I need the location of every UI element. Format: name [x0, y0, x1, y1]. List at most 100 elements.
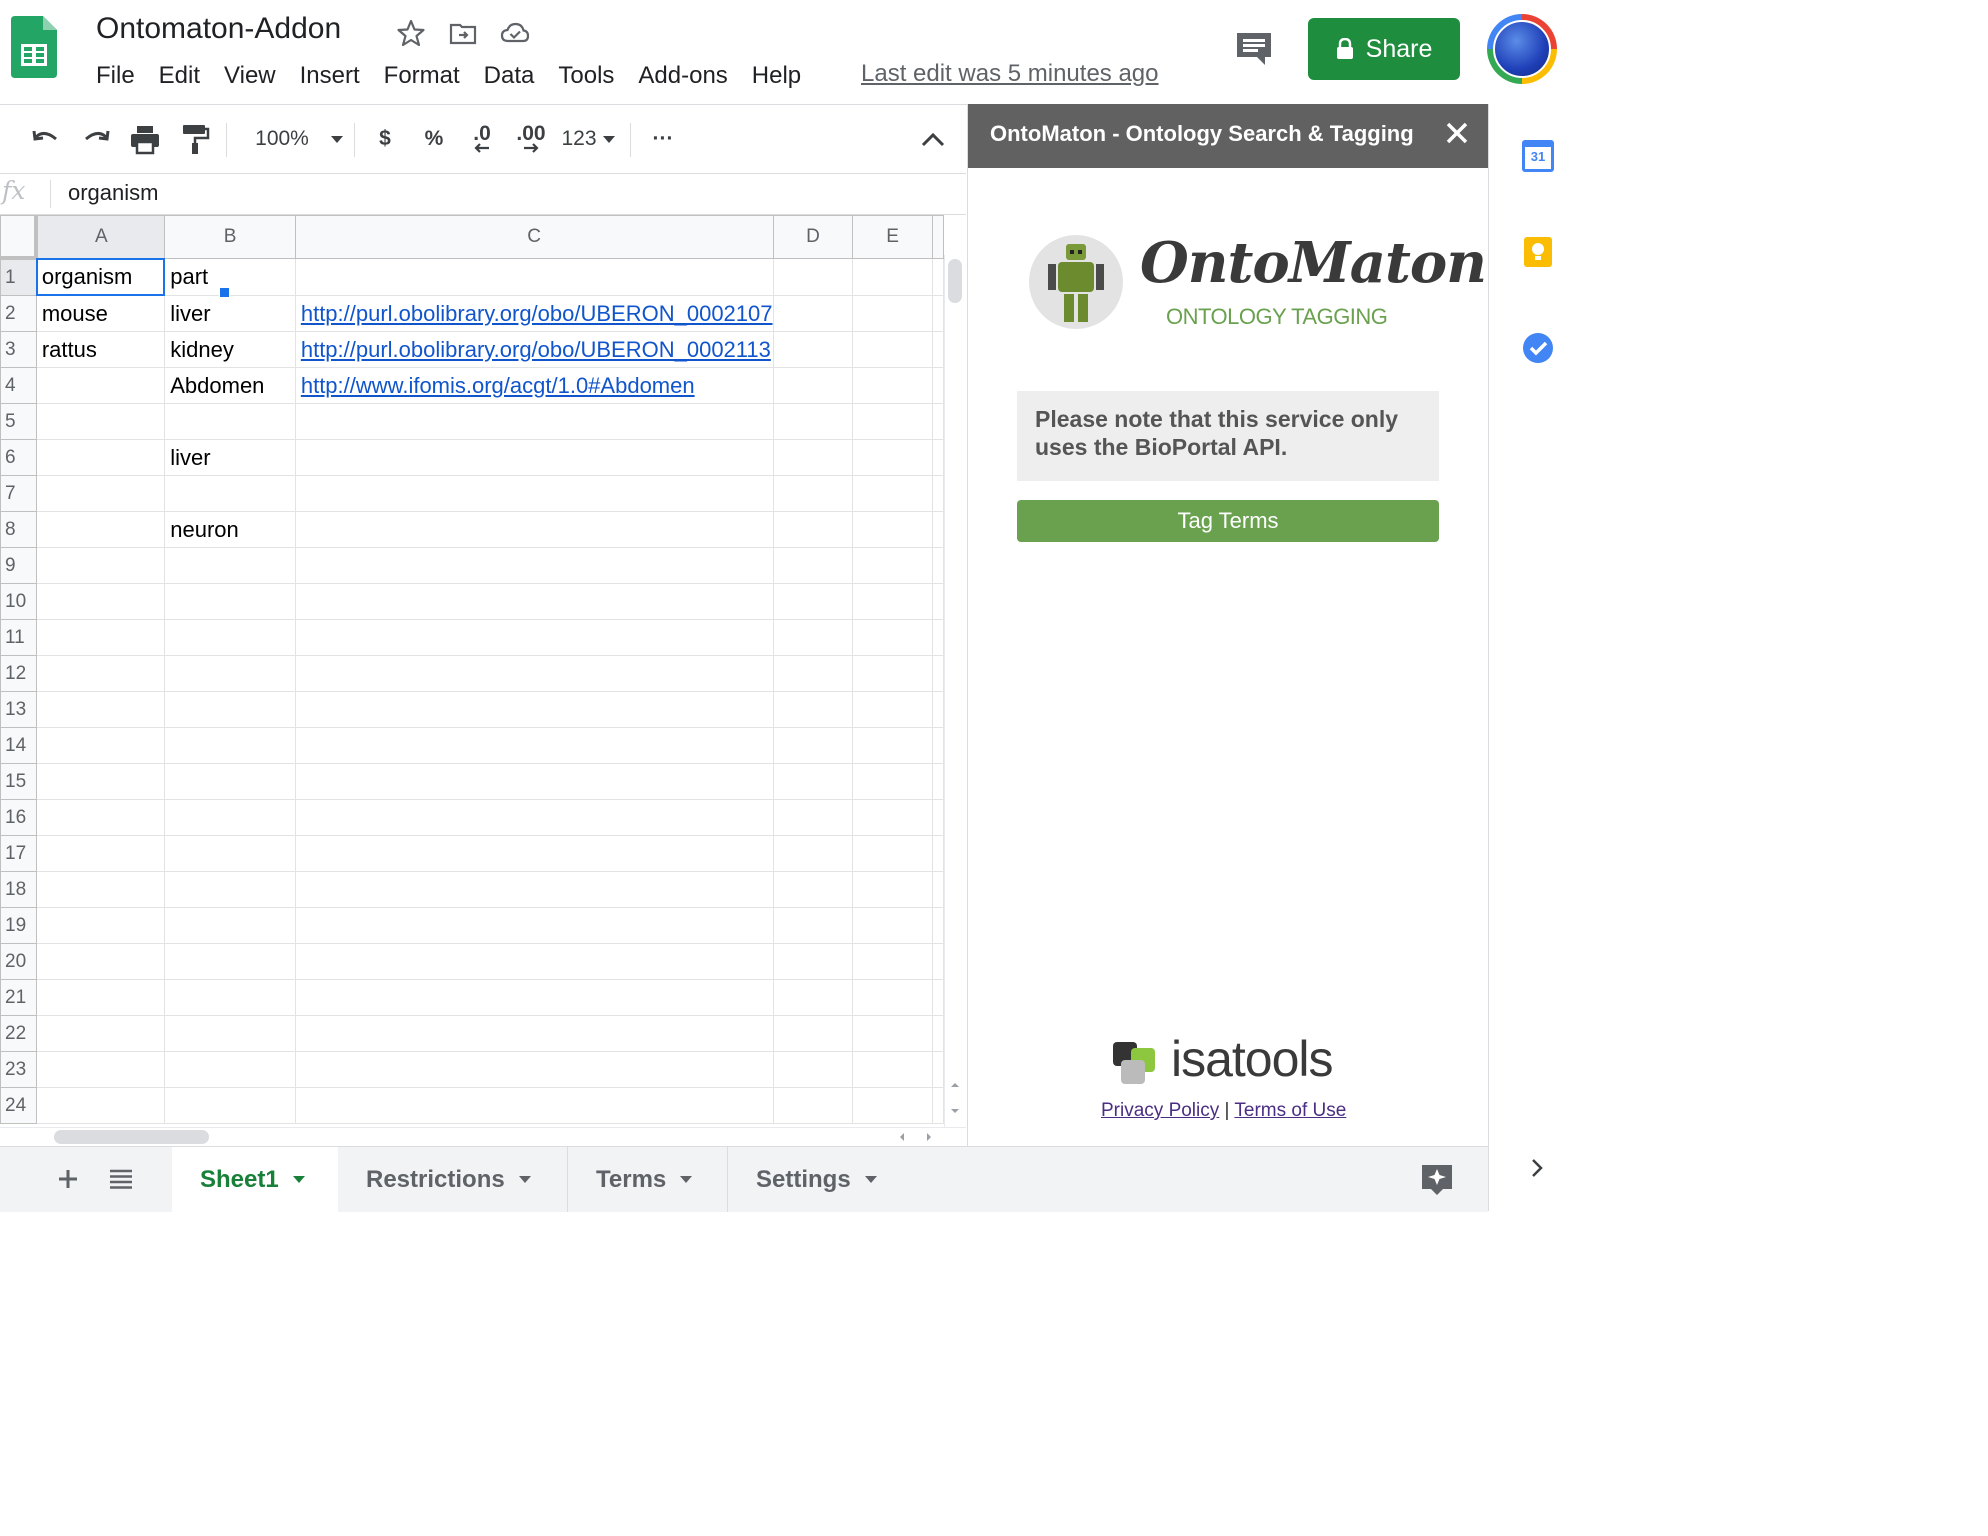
cell-d8[interactable]	[772, 511, 854, 548]
cell-e6[interactable]	[852, 439, 933, 476]
cell-a18[interactable]	[35, 871, 166, 908]
menu-insert[interactable]: Insert	[288, 60, 372, 92]
cell-a14[interactable]	[35, 727, 166, 764]
cell-d4[interactable]	[772, 367, 854, 404]
cell-f14[interactable]	[931, 727, 944, 764]
cell-c24[interactable]	[294, 1087, 774, 1124]
last-edit-link[interactable]: Last edit was 5 minutes ago	[861, 60, 1159, 88]
currency-format-button[interactable]: $	[372, 123, 398, 155]
cell-e2[interactable]	[852, 295, 933, 332]
all-sheets-list-icon[interactable]	[108, 1167, 134, 1191]
cell-c1[interactable]	[294, 257, 774, 296]
column-header-a[interactable]: A	[35, 215, 166, 259]
row-header[interactable]: 1	[0, 257, 37, 296]
vertical-scroll-thumb[interactable]	[948, 259, 962, 303]
cell-hyperlink[interactable]: http://purl.obolibrary.org/obo/UBERON_00…	[301, 337, 771, 362]
cell-f2[interactable]	[931, 295, 944, 332]
percent-format-button[interactable]: %	[420, 123, 448, 155]
cell-e7[interactable]	[852, 475, 933, 512]
row-header[interactable]: 18	[0, 871, 37, 908]
cell-b24[interactable]	[164, 1087, 296, 1124]
cell-e11[interactable]	[852, 619, 933, 656]
column-header-c[interactable]: C	[294, 215, 774, 259]
row-header[interactable]: 9	[0, 547, 37, 584]
row-header[interactable]: 8	[0, 511, 37, 548]
cell-c5[interactable]	[294, 403, 774, 440]
sheet-tab-settings[interactable]: Settings	[728, 1147, 908, 1212]
cell-a19[interactable]	[35, 907, 166, 944]
cell-e10[interactable]	[852, 583, 933, 620]
cell-d21[interactable]	[772, 979, 854, 1016]
cell-f11[interactable]	[931, 619, 944, 656]
cell-b5[interactable]	[164, 403, 296, 440]
redo-icon[interactable]	[80, 123, 112, 155]
cell-e5[interactable]	[852, 403, 933, 440]
cell-a12[interactable]	[35, 655, 166, 692]
cell-e18[interactable]	[852, 871, 933, 908]
cell-a4[interactable]	[35, 367, 166, 404]
cell-b21[interactable]	[164, 979, 296, 1016]
close-icon[interactable]	[1442, 118, 1472, 148]
cell-d10[interactable]	[772, 583, 854, 620]
cell-d7[interactable]	[772, 475, 854, 512]
row-header[interactable]: 7	[0, 475, 37, 512]
cell-a2[interactable]: mouse	[35, 295, 166, 332]
row-header[interactable]: 21	[0, 979, 37, 1016]
scroll-left-icon[interactable]	[895, 1130, 909, 1144]
cell-a1[interactable]: organism	[35, 257, 166, 296]
cell-b22[interactable]	[164, 1015, 296, 1052]
cell-e14[interactable]	[852, 727, 933, 764]
row-header[interactable]: 13	[0, 691, 37, 728]
cell-c4[interactable]: http://www.ifomis.org/acgt/1.0#Abdomen	[294, 367, 774, 404]
row-header[interactable]: 11	[0, 619, 37, 656]
row-header[interactable]: 10	[0, 583, 37, 620]
cell-e9[interactable]	[852, 547, 933, 584]
row-header[interactable]: 2	[0, 295, 37, 332]
cell-a7[interactable]	[35, 475, 166, 512]
cell-e3[interactable]	[852, 331, 933, 368]
cell-f19[interactable]	[931, 907, 944, 944]
menu-add-ons[interactable]: Add-ons	[626, 60, 739, 92]
move-folder-icon[interactable]	[448, 18, 478, 48]
cell-b11[interactable]	[164, 619, 296, 656]
cell-e4[interactable]	[852, 367, 933, 404]
cell-d14[interactable]	[772, 727, 854, 764]
cell-a3[interactable]: rattus	[35, 331, 166, 368]
column-header-b[interactable]: B	[164, 215, 296, 259]
cell-b6[interactable]: liver	[164, 439, 296, 476]
add-sheet-icon[interactable]	[56, 1167, 80, 1191]
row-header[interactable]: 15	[0, 763, 37, 800]
increase-decimals-button[interactable]: .00	[510, 123, 552, 155]
cell-e22[interactable]	[852, 1015, 933, 1052]
cell-e24[interactable]	[852, 1087, 933, 1124]
menu-format[interactable]: Format	[372, 60, 472, 92]
cell-f8[interactable]	[931, 511, 944, 548]
select-all-corner[interactable]	[0, 215, 39, 260]
cell-f6[interactable]	[931, 439, 944, 476]
print-icon[interactable]	[128, 123, 162, 155]
cell-d11[interactable]	[772, 619, 854, 656]
row-header[interactable]: 24	[0, 1087, 37, 1124]
cell-e21[interactable]	[852, 979, 933, 1016]
more-options-button[interactable]: ···	[646, 123, 680, 155]
cell-d1[interactable]	[772, 257, 854, 296]
calendar-icon[interactable]: 31	[1522, 140, 1554, 172]
cell-d13[interactable]	[772, 691, 854, 728]
cell-f23[interactable]	[931, 1051, 944, 1088]
cell-b10[interactable]	[164, 583, 296, 620]
cell-c2[interactable]: http://purl.obolibrary.org/obo/UBERON_00…	[294, 295, 774, 332]
collapse-chevron-up-icon[interactable]	[918, 123, 948, 155]
cell-c18[interactable]	[294, 871, 774, 908]
terms-of-use-link[interactable]: Terms of Use	[1234, 1100, 1346, 1121]
cell-f9[interactable]	[931, 547, 944, 584]
cell-b17[interactable]	[164, 835, 296, 872]
share-button[interactable]: Share	[1308, 18, 1460, 80]
row-header[interactable]: 14	[0, 727, 37, 764]
cell-c17[interactable]	[294, 835, 774, 872]
cell-f4[interactable]	[931, 367, 944, 404]
cell-d5[interactable]	[772, 403, 854, 440]
cell-b4[interactable]: Abdomen	[164, 367, 296, 404]
cell-f7[interactable]	[931, 475, 944, 512]
cell-f10[interactable]	[931, 583, 944, 620]
column-header-f[interactable]	[931, 215, 944, 259]
